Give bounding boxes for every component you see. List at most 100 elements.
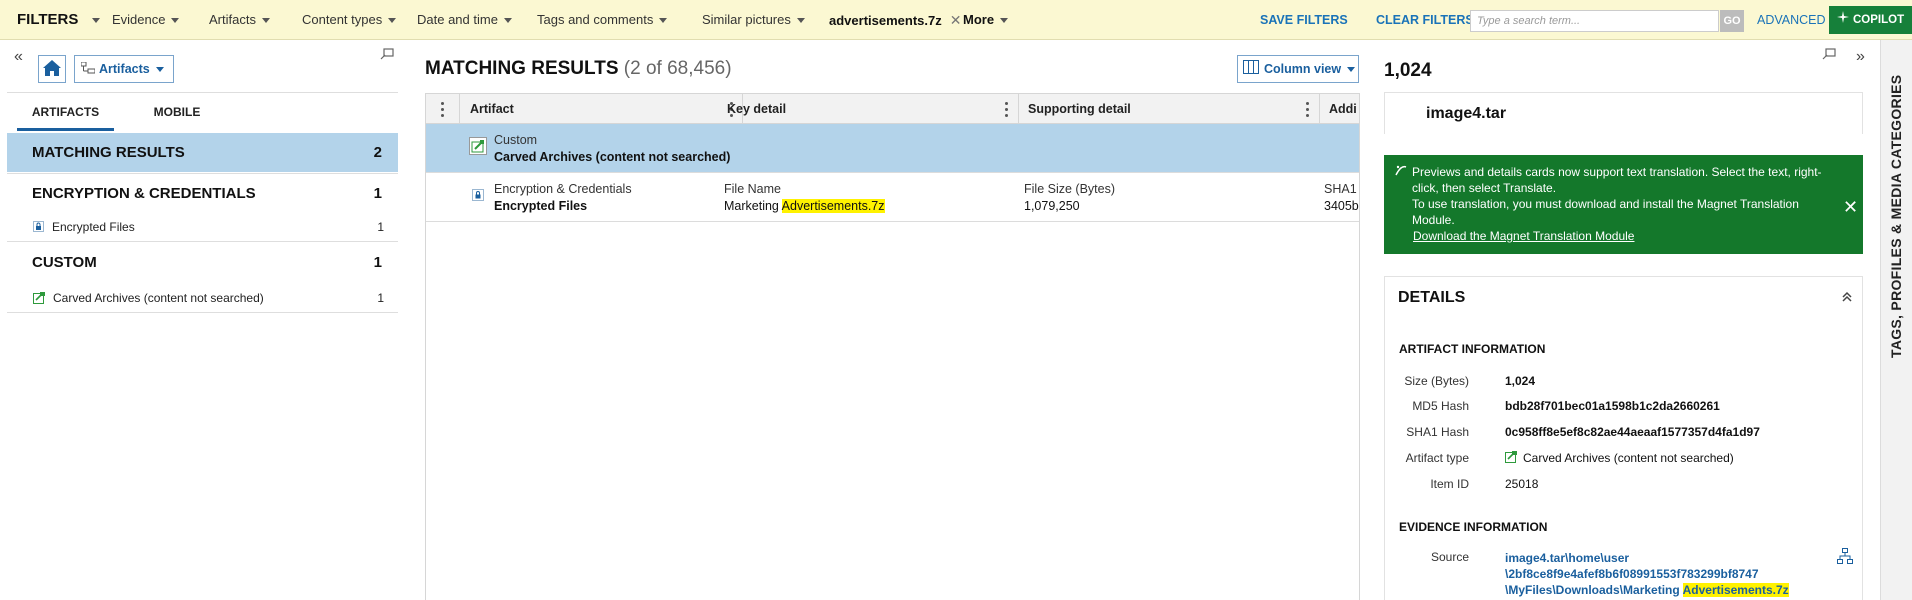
- go-button[interactable]: GO: [1720, 10, 1744, 32]
- search-input[interactable]: Type a search term...: [1470, 10, 1719, 32]
- download-translation-link[interactable]: Download the Magnet Translation Module: [1413, 229, 1634, 243]
- pin-icon[interactable]: [380, 48, 394, 63]
- column-header-key-detail[interactable]: Key detail: [717, 94, 1019, 124]
- pin-icon[interactable]: [1822, 48, 1836, 63]
- side-tab-label: TAGS, PROFILES & MEDIA CATEGORIES: [1888, 74, 1904, 358]
- lock-icon: [472, 189, 484, 204]
- kebab-icon[interactable]: [1306, 102, 1310, 117]
- filter-evidence[interactable]: Evidence: [112, 0, 180, 40]
- column-label: Supporting detail: [1028, 102, 1131, 116]
- filter-similar-pictures[interactable]: Similar pictures: [702, 0, 805, 40]
- evidence-info-heading: EVIDENCE INFORMATION: [1399, 520, 1548, 534]
- column-header-additional[interactable]: Addi: [1319, 94, 1359, 124]
- translate-icon: [1395, 164, 1407, 179]
- category-matching-results[interactable]: MATCHING RESULTS 2: [7, 133, 398, 172]
- filter-more[interactable]: More: [963, 0, 1009, 40]
- sparkle-icon: [1837, 6, 1849, 34]
- clear-filters-button[interactable]: CLEAR FILTERS: [1376, 0, 1474, 40]
- column-view-dropdown[interactable]: Column view: [1237, 55, 1359, 83]
- collapse-left-icon[interactable]: «: [14, 48, 23, 66]
- table-row[interactable]: Encryption & Credentials Encrypted Files…: [426, 173, 1360, 222]
- collapse-right-icon[interactable]: »: [1856, 48, 1865, 66]
- close-icon[interactable]: ✕: [1843, 197, 1858, 218]
- details-title: 1,024: [1384, 60, 1432, 81]
- source-path-link[interactable]: image4.tar\home\user \2bf8ce8f9e4afef8b6…: [1505, 550, 1789, 598]
- view-dropdown[interactable]: Artifacts: [74, 55, 174, 83]
- copilot-button[interactable]: COPILOT: [1829, 6, 1912, 34]
- filter-tags-comments[interactable]: Tags and comments: [537, 0, 668, 40]
- filter-label: Evidence: [112, 12, 166, 27]
- active-filter-chip[interactable]: advertisements.7z ✕: [829, 0, 961, 40]
- key-detail-prefix: Marketing: [724, 199, 782, 213]
- additional-detail-label: SHA1 I: [1324, 182, 1360, 196]
- artifact-category-panel: ARTIFACTS MOBILE MATCHING RESULTS 2 ENCRY…: [7, 92, 398, 314]
- row-options-header[interactable]: [426, 94, 460, 124]
- chevron-down-icon: [388, 18, 397, 24]
- subcategory-label: Carved Archives (content not searched): [53, 290, 264, 305]
- artifact-info-heading: ARTIFACT INFORMATION: [1399, 342, 1546, 356]
- home-icon: [42, 59, 62, 80]
- chevron-down-icon: [659, 18, 668, 24]
- tree-view-icon: [80, 57, 96, 83]
- kebab-icon[interactable]: [1005, 102, 1009, 117]
- chip-label: advertisements.7z: [829, 13, 942, 28]
- subcategory-label: Encrypted Files: [52, 219, 135, 234]
- filters-menu[interactable]: FILTERS: [17, 0, 101, 40]
- translation-banner: Previews and details cards now support t…: [1384, 155, 1863, 254]
- source-path-line: \2bf8ce8f9e4afef8b6f08991553f783299bf874…: [1505, 567, 1759, 581]
- tab-artifacts[interactable]: ARTIFACTS: [17, 93, 114, 131]
- source-path-line: image4.tar\home\user: [1505, 551, 1630, 565]
- advanced-search-link[interactable]: ADVANCED: [1757, 0, 1826, 40]
- column-header-supporting-detail[interactable]: Supporting detail: [1018, 94, 1320, 124]
- side-panel-tab[interactable]: TAGS, PROFILES & MEDIA CATEGORIES: [1880, 40, 1912, 600]
- lock-icon: [33, 221, 44, 232]
- category-tabs: ARTIFACTS MOBILE: [7, 93, 398, 131]
- chevron-down-icon: [171, 18, 180, 24]
- category-custom[interactable]: CUSTOM 1: [7, 243, 398, 282]
- field-value: Carved Archives (content not searched): [1505, 448, 1734, 469]
- chevron-down-icon: [155, 67, 164, 73]
- filter-label: Date and time: [417, 12, 498, 27]
- artifact-name: Carved Archives (content not searched): [494, 150, 731, 164]
- table-row[interactable]: Custom Carved Archives (content not sear…: [426, 124, 1359, 173]
- banner-text: Previews and details cards now support t…: [1412, 164, 1832, 228]
- banner-line: To use translation, you must download an…: [1412, 197, 1799, 227]
- chevron-down-icon: [796, 18, 805, 24]
- filter-label: Artifacts: [209, 12, 256, 27]
- columns-icon: [1243, 57, 1259, 83]
- subcategory-count: 1: [377, 290, 384, 305]
- grid-header: Artifact Key detail Supporting detail Ad…: [426, 94, 1359, 124]
- column-label: Key detail: [727, 102, 787, 116]
- hierarchy-icon[interactable]: [1837, 548, 1853, 567]
- key-detail-value: Marketing Advertisements.7z: [724, 199, 1014, 213]
- filter-artifacts[interactable]: Artifacts: [209, 0, 270, 40]
- artifact-name: Encrypted Files: [494, 199, 588, 213]
- field-value: 25018: [1505, 477, 1539, 491]
- category-label: MATCHING RESULTS: [32, 144, 185, 161]
- filter-label: Tags and comments: [537, 12, 654, 27]
- search-hit-highlight: Advertisements.7z: [781, 199, 885, 213]
- column-header-artifact[interactable]: Artifact: [460, 94, 743, 124]
- save-filters-button[interactable]: SAVE FILTERS: [1260, 0, 1348, 40]
- home-button[interactable]: [38, 55, 66, 83]
- filter-date-time[interactable]: Date and time: [417, 0, 512, 40]
- column-label: Artifact: [470, 102, 514, 116]
- field-label: MD5 Hash: [1412, 399, 1469, 413]
- filter-content-types[interactable]: Content types: [302, 0, 397, 40]
- tab-mobile[interactable]: MOBILE: [137, 93, 217, 131]
- source-path-prefix: \MyFiles\Downloads\Marketing: [1505, 583, 1683, 597]
- artifact-category: Custom: [494, 133, 538, 147]
- results-title: MATCHING RESULTS (2 of 68,456): [425, 58, 732, 80]
- artifact-cell: Encryption & Credentials Encrypted Files: [494, 173, 714, 222]
- category-label: CUSTOM: [32, 254, 97, 271]
- remove-filter-icon[interactable]: ✕: [950, 12, 962, 28]
- subcategory-count: 1: [377, 219, 384, 234]
- field-value: bdb28f701bec01a1598b1c2da2660261: [1505, 399, 1720, 413]
- subcategory-encrypted-files[interactable]: Encrypted Files 1: [7, 212, 398, 242]
- sha1-field: SHA1 Hash 0c958ff8e5ef8c82ae44aeaaf15773…: [1385, 422, 1864, 442]
- collapse-section-icon[interactable]: [1841, 291, 1853, 306]
- subcategory-carved-archives[interactable]: Carved Archives (content not searched) 1: [7, 283, 398, 313]
- artifact-cell: Custom Carved Archives (content not sear…: [494, 124, 794, 173]
- details-heading: DETAILS: [1398, 289, 1466, 306]
- category-encryption-credentials[interactable]: ENCRYPTION & CREDENTIALS 1: [7, 173, 398, 212]
